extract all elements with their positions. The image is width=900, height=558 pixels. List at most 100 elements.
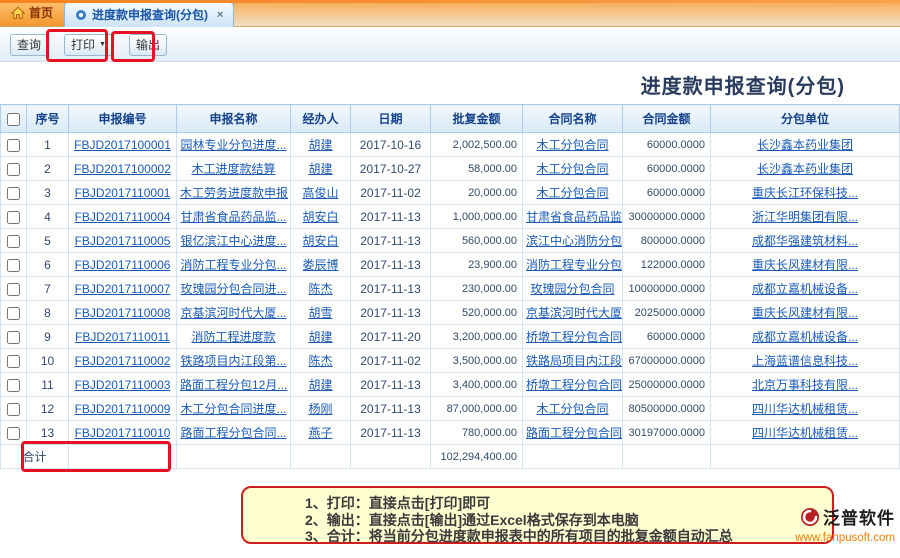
subcontractor-link[interactable]: 成都立嘉机械设备... <box>752 282 858 296</box>
handler-link[interactable]: 胡建 <box>308 162 332 176</box>
code-link[interactable]: FBJD2017110005 <box>75 234 171 248</box>
handler-link[interactable]: 胡建 <box>308 330 332 344</box>
table-row: 12FBJD2017110009木工分包合同进度...杨刚2017-11-138… <box>1 397 900 421</box>
table-row: 8FBJD2017110008京基滨河时代大厦...胡雪2017-11-1352… <box>1 301 900 325</box>
code-link[interactable]: FBJD2017110009 <box>75 402 171 416</box>
subcontractor-link[interactable]: 长沙鑫本药业集团 <box>757 138 853 152</box>
row-checkbox[interactable] <box>7 283 20 296</box>
row-checkbox[interactable] <box>7 211 20 224</box>
handler-link[interactable]: 胡安白 <box>302 210 338 224</box>
contract-link[interactable]: 木工分包合同 <box>536 138 608 152</box>
handler-link[interactable]: 娄辰博 <box>302 258 338 272</box>
name-link[interactable]: 消防工程专业分包... <box>180 258 286 272</box>
handler-link[interactable]: 陈杰 <box>308 354 332 368</box>
export-button[interactable]: 输出 <box>129 34 167 56</box>
name-link[interactable]: 甘肃省食品药品监... <box>180 210 286 224</box>
row-checkbox[interactable] <box>7 235 20 248</box>
total-empty-date-cell <box>351 445 431 469</box>
name-link[interactable]: 木工分包合同进度... <box>180 402 286 416</box>
name-link[interactable]: 铁路项目内江段第... <box>180 354 286 368</box>
check-cell <box>1 301 27 325</box>
name-link[interactable]: 京基滨河时代大厦... <box>180 306 286 320</box>
subcontractor-link[interactable]: 重庆长风建材有限... <box>752 306 858 320</box>
check-cell <box>1 373 27 397</box>
name-link[interactable]: 木工进度款结算 <box>191 162 275 176</box>
code-cell: FBJD2017110004 <box>69 205 177 229</box>
code-link[interactable]: FBJD2017110006 <box>75 258 171 272</box>
query-button[interactable]: 查询 <box>10 34 48 56</box>
row-checkbox[interactable] <box>7 307 20 320</box>
index-cell: 7 <box>27 277 69 301</box>
contract-link[interactable]: 桥墩工程分包合同 <box>526 378 622 392</box>
code-link[interactable]: FBJD2017110007 <box>75 282 171 296</box>
row-checkbox[interactable] <box>7 331 20 344</box>
dropdown-caret-icon: ▼ <box>99 41 106 48</box>
code-link[interactable]: FBJD2017100001 <box>74 138 171 152</box>
name-link[interactable]: 消防工程进度款 <box>191 330 275 344</box>
check-cell <box>1 253 27 277</box>
handler-link[interactable]: 胡建 <box>308 378 332 392</box>
select-all-checkbox[interactable] <box>7 113 20 126</box>
subcontractor-link[interactable]: 北京万事科技有限... <box>752 378 858 392</box>
handler-link[interactable]: 胡安白 <box>302 234 338 248</box>
name-link[interactable]: 园林专业分包进度... <box>180 138 286 152</box>
code-link[interactable]: FBJD2017100002 <box>74 162 171 176</box>
tab-progress-query[interactable]: 进度款申报查询(分包) × <box>64 2 234 27</box>
row-checkbox[interactable] <box>7 187 20 200</box>
name-link[interactable]: 玫瑰园分包合同进... <box>180 282 286 296</box>
subcontractor-link[interactable]: 四川华达机械租赁... <box>752 402 858 416</box>
subcontractor-link[interactable]: 成都华强建筑材料... <box>752 234 858 248</box>
subcontractor-link[interactable]: 重庆长风建材有限... <box>752 258 858 272</box>
print-button[interactable]: 打印 ▼ <box>64 34 113 56</box>
code-link[interactable]: FBJD2017110008 <box>75 306 171 320</box>
contract-link[interactable]: 木工分包合同 <box>536 162 608 176</box>
row-checkbox[interactable] <box>7 163 20 176</box>
code-link[interactable]: FBJD2017110011 <box>75 330 170 344</box>
contract-link[interactable]: 木工分包合同 <box>536 402 608 416</box>
subcontractor-link[interactable]: 上海蓝谱信息科技... <box>752 354 858 368</box>
row-checkbox[interactable] <box>7 379 20 392</box>
row-checkbox[interactable] <box>7 259 20 272</box>
tab-home[interactable]: 首页 <box>0 0 64 26</box>
code-link[interactable]: FBJD2017110003 <box>75 378 171 392</box>
contract-link[interactable]: 路面工程分包合同 <box>526 426 622 440</box>
name-link[interactable]: 木工劳务进度款申报 <box>180 186 288 200</box>
contract-link[interactable]: 甘肃省食品药品监... <box>526 210 623 224</box>
code-link[interactable]: FBJD2017110004 <box>75 210 171 224</box>
subcontractor-link[interactable]: 浙江华明集团有限... <box>752 210 858 224</box>
tab-close-icon[interactable]: × <box>217 9 223 21</box>
contract-link[interactable]: 滨江中心消防分包... <box>526 234 623 248</box>
row-checkbox[interactable] <box>7 355 20 368</box>
handler-link[interactable]: 燕子 <box>308 426 332 440</box>
handler-link[interactable]: 胡建 <box>308 138 332 152</box>
name-cell: 消防工程进度款 <box>177 325 291 349</box>
row-checkbox[interactable] <box>7 403 20 416</box>
name-link[interactable]: 路面工程分包12月... <box>180 378 287 392</box>
contract-link[interactable]: 桥墩工程分包合同 <box>526 330 622 344</box>
contract-link[interactable]: 木工分包合同 <box>536 186 608 200</box>
handler-link[interactable]: 高俊山 <box>302 186 338 200</box>
code-link[interactable]: FBJD2017110002 <box>75 354 171 368</box>
subcontractor-link[interactable]: 四川华达机械租赁... <box>752 426 858 440</box>
contract-cell: 铁路局项目内江段... <box>523 349 623 373</box>
handler-link[interactable]: 胡雪 <box>308 306 332 320</box>
contract-link[interactable]: 京基滨河时代大厦... <box>526 306 623 320</box>
approved-cell: 2,002,500.00 <box>431 133 523 157</box>
subcontractor-link[interactable]: 成都立嘉机械设备... <box>752 330 858 344</box>
code-link[interactable]: FBJD2017110001 <box>75 186 171 200</box>
code-link[interactable]: FBJD2017110010 <box>75 426 171 440</box>
contract-link[interactable]: 玫瑰园分包合同 <box>530 282 614 296</box>
subcontractor-link[interactable]: 重庆长江环保科技... <box>752 186 858 200</box>
table-row: 6FBJD2017110006消防工程专业分包...娄辰博2017-11-132… <box>1 253 900 277</box>
contract-link[interactable]: 铁路局项目内江段... <box>526 354 623 368</box>
home-icon <box>11 6 25 20</box>
handler-link[interactable]: 陈杰 <box>308 282 332 296</box>
subcontractor-link[interactable]: 长沙鑫本药业集团 <box>757 162 853 176</box>
handler-link[interactable]: 杨刚 <box>308 402 332 416</box>
row-checkbox[interactable] <box>7 139 20 152</box>
contract-link[interactable]: 消防工程专业分包... <box>526 258 623 272</box>
name-link[interactable]: 路面工程分包合同... <box>180 426 286 440</box>
name-link[interactable]: 银亿滨江中心进度... <box>180 234 286 248</box>
row-checkbox[interactable] <box>7 427 20 440</box>
app-window: 首页 进度款申报查询(分包) × 查询 打印 ▼ 输出 进度款申报查询(分包) … <box>0 0 900 558</box>
